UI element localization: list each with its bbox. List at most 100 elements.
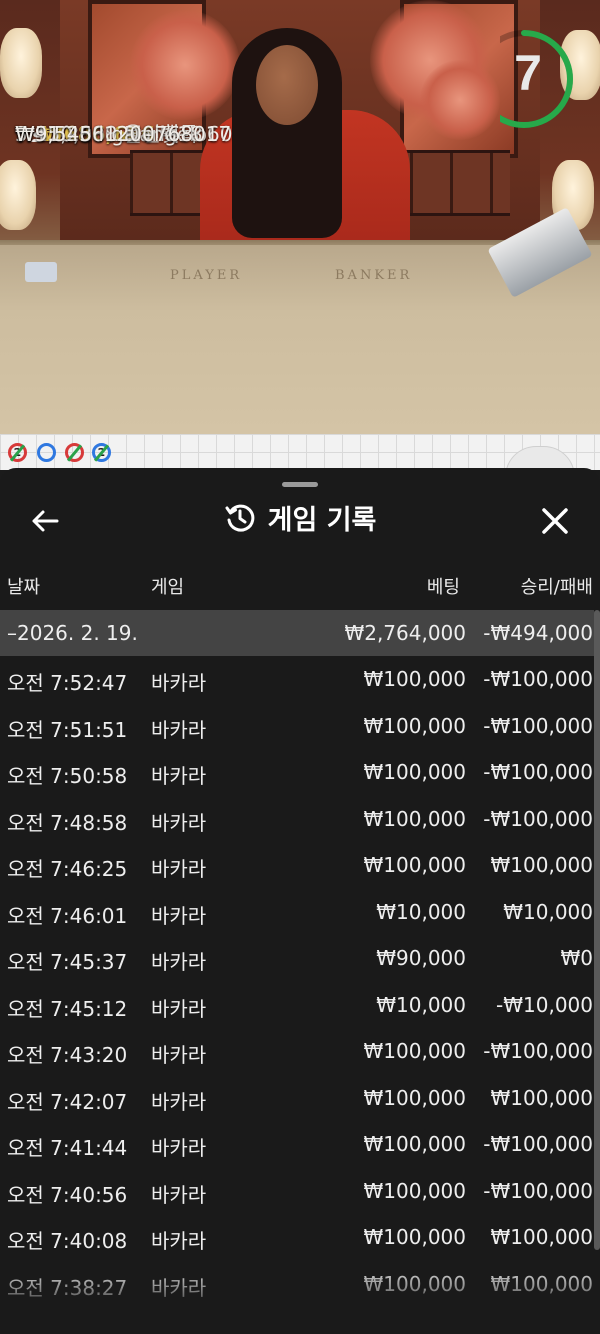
summary-result: -₩494,000	[483, 621, 593, 645]
history-row[interactable]: 오전 7:51:51 바카라 ₩100,000 -₩100,000	[0, 703, 594, 749]
history-row[interactable]: 오전 7:45:12 바카라 ₩10,000 -₩10,000	[0, 982, 594, 1028]
roadmap-marker: 2	[8, 443, 27, 462]
sheet-drag-handle[interactable]	[282, 482, 318, 487]
history-row[interactable]: 오전 7:52:47 바카라 ₩100,000 -₩100,000	[0, 656, 594, 702]
row-result: ₩100,000	[490, 1225, 593, 1249]
table-banker-label: BANKER	[335, 268, 413, 283]
history-row[interactable]: 오전 7:50:58 바카라 ₩100,000 -₩100,000	[0, 749, 594, 795]
history-row[interactable]: 오전 7:40:08 바카라 ₩100,000 ₩100,000	[0, 1214, 594, 1260]
row-game: 바카라	[151, 903, 207, 928]
countdown-timer: 7	[475, 26, 576, 132]
row-result: -₩100,000	[483, 1132, 593, 1156]
live-video: PLAYER BANKER 5 ₩686,686 획득 ₩450,000 올인뱃 …	[0, 0, 600, 434]
row-game: 바카라	[151, 1043, 207, 1067]
row-result: ₩0	[560, 946, 594, 970]
row-result: -₩100,000	[483, 760, 593, 784]
close-button[interactable]	[538, 504, 572, 538]
row-result: -₩100,000	[483, 1178, 593, 1203]
countdown-value: 7	[514, 45, 542, 101]
sheet-title: 게임 기록	[267, 505, 377, 536]
column-header-bet: 베팅	[426, 577, 460, 598]
summary-date: –2026. 2. 19.	[7, 621, 138, 645]
row-bet: ₩90,000	[376, 946, 466, 970]
history-clock-icon	[225, 504, 254, 532]
row-game: 바카라	[151, 810, 207, 835]
dealer-face	[256, 45, 318, 125]
row-result: ₩10,000	[503, 899, 593, 924]
history-row[interactable]: 오전 7:43:20 바카라 ₩100,000 -₩100,000	[0, 1028, 594, 1074]
lantern	[0, 160, 36, 230]
row-result: -₩100,000	[483, 713, 593, 738]
row-time: 오전 7:45:37	[7, 950, 128, 974]
tie-slash-mark	[66, 444, 83, 462]
row-time: 오전 7:41:44	[7, 1136, 128, 1160]
row-bet: ₩100,000	[363, 713, 466, 738]
row-bet: ₩100,000	[363, 667, 466, 691]
history-row[interactable]: 오전 7:45:37 바카라 ₩90,000 ₩0	[0, 935, 594, 981]
row-time: 오전 7:40:56	[7, 1182, 128, 1207]
row-game: 바카라	[151, 996, 207, 1021]
row-game: 바카라	[151, 764, 207, 788]
row-time: 오전 7:46:01	[7, 903, 128, 928]
close-icon	[542, 508, 568, 534]
row-game: 바카라	[151, 1229, 207, 1253]
winner-amount: ₩9,545	[15, 122, 93, 146]
history-row[interactable]: 오전 7:40:56 바카라 ₩100,000 -₩100,000	[0, 1168, 594, 1214]
blossom-decor	[130, 10, 240, 120]
history-row[interactable]: 오전 7:48:58 바카라 ₩100,000 -₩100,000	[0, 796, 594, 842]
row-result: -₩100,000	[483, 1039, 593, 1063]
history-row[interactable]: 오전 7:46:25 바카라 ₩100,000 ₩100,000	[0, 842, 594, 888]
row-time: 오전 7:42:07	[7, 1089, 128, 1114]
row-result: -₩100,000	[483, 806, 593, 831]
roadmap-marker	[37, 443, 56, 462]
row-time: 오전 7:52:47	[7, 671, 128, 695]
card-stack	[25, 262, 57, 282]
row-game: 바카라	[151, 950, 207, 974]
row-game: 바카라	[151, 1182, 207, 1207]
row-result: -₩10,000	[496, 992, 593, 1017]
row-time: 오전 7:48:58	[7, 810, 128, 835]
row-time: 오전 7:43:20	[7, 1043, 128, 1067]
row-result: -₩100,000	[483, 667, 593, 691]
column-header-result: 승리/패배	[520, 577, 593, 598]
lantern	[0, 28, 42, 98]
row-result: ₩100,000	[490, 1085, 593, 1110]
row-game: 바카라	[151, 1089, 207, 1114]
bottom-fade	[0, 1264, 600, 1334]
row-time: 오전 7:40:08	[7, 1229, 128, 1253]
row-bet: ₩100,000	[363, 1225, 466, 1249]
history-table[interactable]: –2026. 2. 19. ₩2,764,000 -₩494,000 오전 7:…	[0, 610, 600, 1334]
row-result: ₩100,000	[490, 853, 593, 877]
row-time: 오전 7:50:58	[7, 764, 128, 788]
history-row[interactable]: 오전 7:46:01 바카라 ₩10,000 ₩10,000	[0, 889, 594, 935]
row-bet: ₩10,000	[376, 992, 466, 1017]
roadmap-marker: 2	[92, 443, 111, 462]
sheet-header: 게임 기록	[0, 498, 600, 542]
table-player-label: PLAYER	[170, 268, 243, 283]
scrollbar[interactable]	[594, 610, 600, 1250]
row-bet: ₩100,000	[363, 1039, 466, 1063]
row-game: 바카라	[151, 717, 207, 742]
row-game: 바카라	[151, 671, 207, 695]
row-time: 오전 7:46:25	[7, 857, 128, 881]
row-bet: ₩100,000	[363, 1132, 466, 1156]
row-game: 바카라	[151, 857, 207, 881]
row-time: 오전 7:51:51	[7, 717, 128, 742]
summary-bet: ₩2,764,000	[344, 621, 466, 645]
row-bet: ₩100,000	[363, 853, 466, 877]
winner-name: l1200768017	[98, 122, 232, 146]
row-bet: ₩100,000	[363, 806, 466, 831]
column-header-date: 날짜	[7, 577, 41, 598]
row-bet: ₩100,000	[363, 760, 466, 784]
game-history-sheet: 게임 기록 날짜 게임 베팅 승리/패배 –2026. 2. 19. ₩2,76…	[0, 468, 600, 1334]
history-row[interactable]: 오전 7:42:07 바카라 ₩100,000 ₩100,000	[0, 1075, 594, 1121]
roadmap-marker	[65, 443, 84, 462]
row-game: 바카라	[151, 1136, 207, 1160]
column-header-game: 게임	[151, 577, 185, 598]
history-row[interactable]: 오전 7:41:44 바카라 ₩100,000 -₩100,000	[0, 1121, 594, 1167]
row-bet: ₩100,000	[363, 1085, 466, 1110]
row-bet: ₩10,000	[376, 899, 466, 924]
date-summary-row[interactable]: –2026. 2. 19. ₩2,764,000 -₩494,000	[0, 610, 594, 656]
row-time: 오전 7:45:12	[7, 996, 128, 1021]
row-bet: ₩100,000	[363, 1178, 466, 1203]
